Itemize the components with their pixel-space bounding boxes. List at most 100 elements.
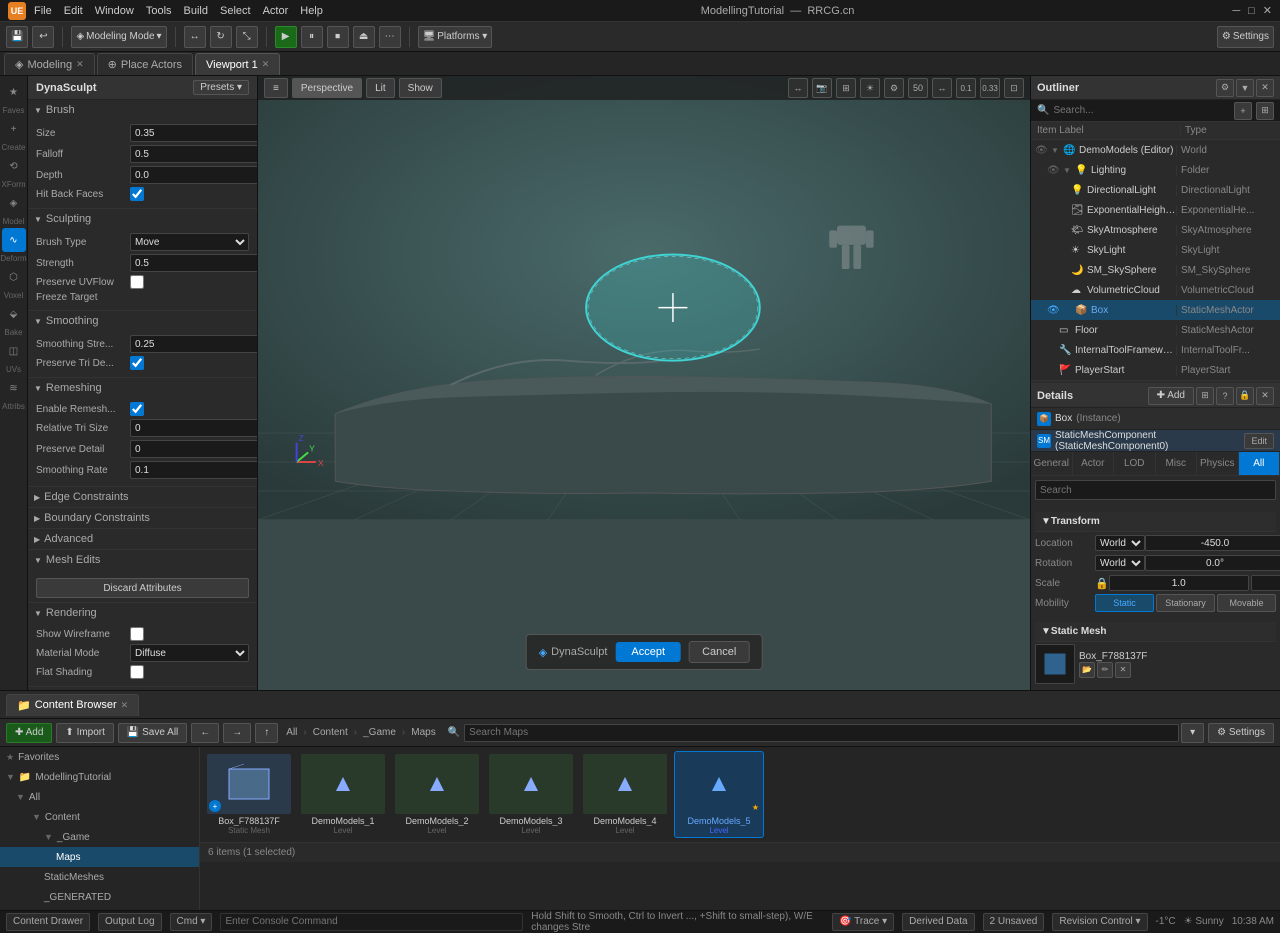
- expand-lighting[interactable]: ▼: [1063, 166, 1075, 175]
- details-copy-icon[interactable]: ⊞: [1196, 387, 1214, 405]
- cb-back-btn[interactable]: ←: [191, 723, 219, 743]
- vp-nav-btn[interactable]: ≡: [264, 78, 288, 98]
- mesh-edits-header[interactable]: ▼ Mesh Edits: [28, 550, 257, 570]
- vp-num4[interactable]: 0.33: [980, 78, 1000, 98]
- side-icon-model[interactable]: ◈: [2, 191, 26, 215]
- side-icon-uvs[interactable]: ◫: [2, 339, 26, 363]
- eject-button[interactable]: ⏏: [353, 26, 375, 48]
- outliner-item-box[interactable]: 👁 📦 Box StaticMeshActor: [1031, 300, 1280, 320]
- rendering-header[interactable]: ▼ Rendering: [28, 603, 257, 623]
- outliner-item-playerstart[interactable]: 🚩 PlayerStart PlayerStart: [1031, 360, 1280, 380]
- vp-settings-icon[interactable]: ⚙: [884, 78, 904, 98]
- asset-demo1[interactable]: ▲ DemoModels_1 Level: [298, 751, 388, 838]
- tab-viewport[interactable]: Viewport 1 ✕: [195, 53, 280, 75]
- transform-header[interactable]: ▼ Transform: [1035, 512, 1276, 532]
- smooth-str-input[interactable]: [130, 335, 258, 353]
- detail-tab-lod[interactable]: LOD: [1114, 452, 1156, 475]
- modeling-quick-header[interactable]: ▼ Modeling Mode Quick Settings ⚙: [28, 687, 257, 690]
- undo-btn[interactable]: ↩: [32, 26, 54, 48]
- cb-path-content[interactable]: Content: [309, 724, 352, 742]
- revision-control-button[interactable]: Revision Control ▾: [1052, 913, 1147, 931]
- cb-sidebar-characters[interactable]: Characters: [0, 907, 199, 910]
- scale-lock-icon[interactable]: 🔒: [1095, 577, 1109, 590]
- mode-select[interactable]: ◈ Modeling Mode ▾: [71, 26, 166, 48]
- strength-input[interactable]: [130, 254, 258, 272]
- unsaved-button[interactable]: 2 Unsaved: [983, 913, 1045, 931]
- mesh-browse-icon[interactable]: 📂: [1079, 662, 1095, 678]
- settings-btn[interactable]: ⚙ Settings: [1217, 26, 1274, 48]
- pause-button[interactable]: ⏸: [301, 26, 323, 48]
- brush-section-header[interactable]: ▼ Brush: [28, 100, 257, 120]
- discard-attributes-button[interactable]: Discard Attributes: [36, 578, 249, 598]
- boundary-header[interactable]: ▶ Boundary Constraints: [28, 508, 257, 528]
- cb-sidebar-game[interactable]: ▼ _Game: [0, 827, 199, 847]
- side-icon-create[interactable]: +: [2, 117, 26, 141]
- cb-path-all[interactable]: All: [282, 724, 301, 742]
- enable-remesh-checkbox[interactable]: [130, 402, 144, 416]
- depth-input[interactable]: [130, 166, 258, 184]
- asset-box-static[interactable]: + Box_F788137F Static Mesh: [204, 751, 294, 838]
- edge-constraints-header[interactable]: ▶ Edge Constraints: [28, 487, 257, 507]
- sculpting-section-header[interactable]: ▼ Sculpting: [28, 209, 257, 229]
- preserve-detail-input[interactable]: [130, 440, 258, 458]
- outliner-item-toolactor[interactable]: 🔧 InternalToolFrameworkActor0 InternalTo…: [1031, 340, 1280, 360]
- vp-show-btn[interactable]: Show: [399, 78, 442, 98]
- cb-up-btn[interactable]: ↑: [255, 723, 278, 743]
- scale-x-input[interactable]: [1109, 575, 1249, 591]
- tab-place-actors[interactable]: ⊕ Place Actors: [97, 53, 193, 75]
- side-icon-deform[interactable]: ∿: [2, 228, 26, 252]
- menu-tools[interactable]: Tools: [146, 5, 172, 17]
- preserve-uv-checkbox[interactable]: [130, 275, 144, 289]
- menu-file[interactable]: File: [34, 5, 52, 17]
- details-close-icon[interactable]: ✕: [1256, 387, 1274, 405]
- eye-box[interactable]: 👁: [1047, 305, 1063, 316]
- edit-component-button[interactable]: Edit: [1244, 433, 1274, 449]
- cb-settings-button[interactable]: ⚙ Settings: [1208, 723, 1274, 743]
- rotation-mode-select[interactable]: World: [1095, 555, 1145, 571]
- side-icon-voxel[interactable]: ⬡: [2, 265, 26, 289]
- outliner-thumbnail-icon[interactable]: ⊞: [1256, 102, 1274, 120]
- material-mode-select[interactable]: Diffuse: [130, 644, 249, 662]
- outliner-item-lighting[interactable]: 👁 ▼ 💡 Lighting Folder: [1031, 160, 1280, 180]
- outliner-item-volcloud[interactable]: ☁ VolumetricCloud VolumetricCloud: [1031, 280, 1280, 300]
- toolbar-dots[interactable]: ⋯: [379, 26, 401, 48]
- cb-sidebar-staticmeshes[interactable]: StaticMeshes: [0, 867, 199, 887]
- asset-demo3[interactable]: ▲ DemoModels_3 Level: [486, 751, 576, 838]
- outliner-item-world[interactable]: 👁 ▼ 🌐 DemoModels (Editor) World: [1031, 140, 1280, 160]
- eye-lighting[interactable]: 👁: [1047, 165, 1063, 176]
- cb-close-icon[interactable]: ✕: [121, 700, 129, 711]
- toolbar-translate[interactable]: ↔: [184, 26, 206, 48]
- falloff-input[interactable]: [130, 145, 258, 163]
- mesh-clear-icon[interactable]: ✕: [1115, 662, 1131, 678]
- asset-demo4[interactable]: ▲ DemoModels_4 Level: [580, 751, 670, 838]
- vp-num2[interactable]: ↔: [932, 78, 952, 98]
- outliner-item-skysphere[interactable]: 🌙 SM_SkySphere SM_SkySphere: [1031, 260, 1280, 280]
- details-search-input[interactable]: [1035, 480, 1276, 500]
- play-button[interactable]: ▶: [275, 26, 297, 48]
- details-search-icon[interactable]: ?: [1216, 387, 1234, 405]
- presets-button[interactable]: Presets ▾: [193, 80, 249, 95]
- cb-search-input[interactable]: [464, 724, 1179, 742]
- side-icon-bake[interactable]: ⬙: [2, 302, 26, 326]
- vp-perspective-btn[interactable]: Perspective: [292, 78, 362, 98]
- cb-save-button[interactable]: 💾 Save All: [118, 723, 187, 743]
- details-add-button[interactable]: ✚ Add: [1148, 387, 1194, 405]
- vp-camera-icon[interactable]: 📷: [812, 78, 832, 98]
- vp-num1[interactable]: 50: [908, 78, 928, 98]
- advanced-header[interactable]: ▶ Advanced: [28, 529, 257, 549]
- cmd-dropdown-button[interactable]: Cmd ▾: [170, 913, 213, 931]
- console-command-input[interactable]: [220, 913, 523, 931]
- platforms-btn[interactable]: 🖥 Platforms ▾: [418, 26, 493, 48]
- cb-sidebar-all[interactable]: ▼ All: [0, 787, 199, 807]
- details-lock-icon[interactable]: 🔒: [1236, 387, 1254, 405]
- save-btn[interactable]: 💾: [6, 26, 28, 48]
- size-input[interactable]: [130, 124, 258, 142]
- cb-sidebar-generated[interactable]: _GENERATED: [0, 887, 199, 907]
- mobility-static-btn[interactable]: Static: [1095, 594, 1154, 612]
- stop-button[interactable]: ⏹: [327, 26, 349, 48]
- outliner-settings-icon[interactable]: ⚙: [1216, 79, 1234, 97]
- cb-sidebar-modelling[interactable]: ▼ 📁 ModellingTutorial: [0, 767, 199, 787]
- detail-tab-physics[interactable]: Physics: [1197, 452, 1239, 475]
- content-drawer-button[interactable]: Content Drawer: [6, 913, 90, 931]
- outliner-item-dirlight[interactable]: 💡 DirectionalLight DirectionalLight: [1031, 180, 1280, 200]
